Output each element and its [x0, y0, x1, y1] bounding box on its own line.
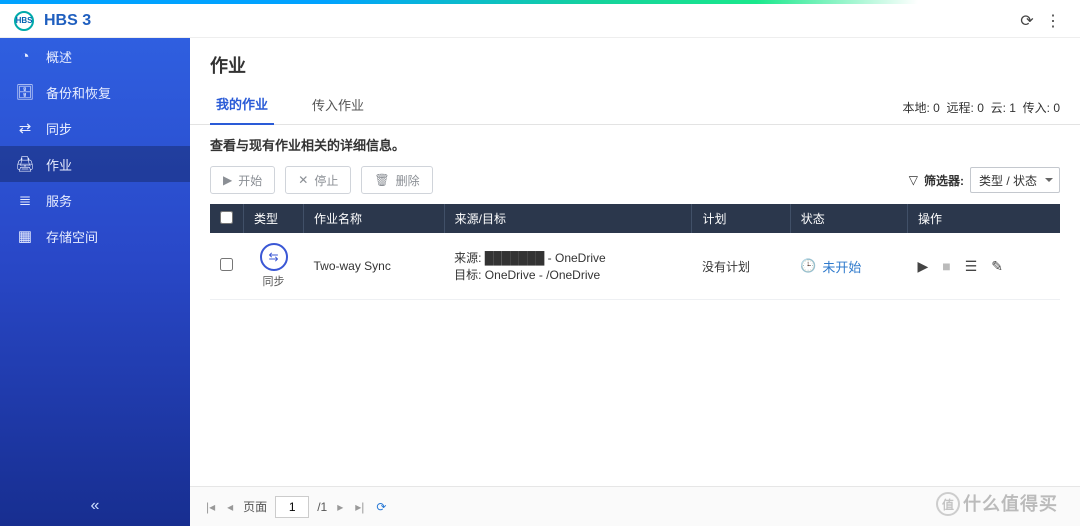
col-src: 来源/目标	[444, 204, 692, 233]
filter-select[interactable]: 类型 / 状态	[970, 167, 1060, 193]
trash-icon: 🗑	[374, 173, 389, 187]
sidebar-item-label: 备份和恢复	[46, 83, 111, 102]
col-type: 类型	[244, 204, 304, 233]
main-panel: 作业 我的作业 传入作业 本地: 0 远程: 0 云: 1 传入: 0 查看与现…	[190, 38, 1080, 526]
page-total: /1	[317, 500, 327, 514]
sidebar-item-label: 存储空间	[46, 227, 98, 246]
next-page-icon[interactable]: ▸	[335, 500, 345, 514]
prev-page-icon[interactable]: ◂	[225, 500, 235, 514]
sidebar-item-backup[interactable]: 🗄 备份和恢复	[0, 74, 190, 110]
sidebar: ◔ 概述 🗄 备份和恢复 ⇄ 同步 🖨 作业 ≣ 服务 ▦ 存储空间 «	[0, 38, 190, 526]
job-dest: 目标: OneDrive - /OneDrive	[454, 266, 682, 283]
tab-my-jobs[interactable]: 我的作业	[210, 86, 274, 125]
start-button[interactable]: ▶ 开始	[210, 166, 275, 194]
sidebar-item-label: 服务	[46, 191, 72, 210]
job-status: 🕒 未开始	[800, 257, 897, 276]
job-plan: 没有计划	[692, 233, 790, 300]
app-logo-icon: HBS	[14, 11, 34, 31]
sidebar-item-storage[interactable]: ▦ 存储空间	[0, 218, 190, 254]
edit-icon[interactable]: ✎	[991, 258, 1003, 275]
tab-incoming-jobs[interactable]: 传入作业	[306, 87, 370, 124]
last-page-icon[interactable]: ▸|	[353, 500, 366, 514]
sidebar-item-label: 概述	[46, 47, 72, 66]
run-icon[interactable]: ▶	[917, 258, 928, 275]
page-input[interactable]	[275, 496, 309, 518]
select-all-checkbox[interactable]	[220, 211, 233, 224]
backup-icon: 🗄	[16, 83, 34, 101]
row-actions: ▶ ■ ☰ ✎	[917, 258, 1050, 275]
first-page-icon[interactable]: |◂	[204, 500, 217, 514]
sync-type-icon: ⇆	[260, 243, 288, 271]
table-row[interactable]: ⇆ 同步 Two-way Sync 来源: ███████ - OneDrive…	[210, 233, 1060, 300]
tabs: 我的作业 传入作业 本地: 0 远程: 0 云: 1 传入: 0	[190, 86, 1080, 125]
dashboard-icon: ◔	[16, 48, 34, 65]
more-icon[interactable]: ⋮	[1040, 11, 1066, 31]
close-icon: ✕	[298, 173, 308, 187]
toolbar: ▶ 开始 ✕ 停止 🗑 删除 ▽ 筛选器: 类型 / 状态	[190, 160, 1080, 204]
page-label: 页面	[243, 498, 267, 515]
services-icon: ≣	[16, 191, 34, 209]
sidebar-item-label: 作业	[46, 155, 72, 174]
row-checkbox[interactable]	[220, 258, 233, 271]
page-description: 查看与现有作业相关的详细信息。	[190, 125, 1080, 160]
sidebar-item-label: 同步	[46, 119, 72, 138]
jobs-table: 类型 作业名称 来源/目标 计划 状态 操作 ⇆ 同步	[210, 204, 1060, 300]
filter-icon: ▽	[909, 173, 918, 187]
col-name: 作业名称	[304, 204, 445, 233]
storage-icon: ▦	[16, 227, 34, 245]
job-source: 来源: ███████ - OneDrive	[454, 249, 682, 266]
stop-icon[interactable]: ■	[942, 258, 950, 275]
col-ops: 操作	[907, 204, 1060, 233]
log-icon[interactable]: ☰	[965, 258, 978, 275]
title-bar: HBS HBS 3 ⟳ ⋮	[0, 4, 1080, 38]
sidebar-item-overview[interactable]: ◔ 概述	[0, 38, 190, 74]
page-title: 作业	[190, 38, 1080, 86]
sidebar-item-jobs[interactable]: 🖨 作业	[0, 146, 190, 182]
delete-button[interactable]: 🗑 删除	[361, 166, 432, 194]
watermark-badge: 值	[936, 492, 960, 516]
type-label: 同步	[254, 273, 294, 289]
filter-label: 筛选器:	[924, 172, 964, 189]
col-status: 状态	[790, 204, 907, 233]
jobs-icon: 🖨	[16, 155, 34, 173]
sidebar-item-services[interactable]: ≣ 服务	[0, 182, 190, 218]
col-plan: 计划	[692, 204, 790, 233]
sidebar-item-sync[interactable]: ⇄ 同步	[0, 110, 190, 146]
job-name: Two-way Sync	[304, 233, 445, 300]
sync-icon: ⇄	[16, 119, 34, 137]
sidebar-collapse-icon[interactable]: «	[0, 486, 190, 526]
app-title: HBS 3	[44, 12, 91, 30]
play-icon: ▶	[223, 173, 232, 187]
pager-refresh-icon[interactable]: ⟳	[374, 500, 388, 514]
refresh-icon[interactable]: ⟳	[1014, 11, 1040, 31]
job-counts: 本地: 0 远程: 0 云: 1 传入: 0	[902, 99, 1060, 124]
stop-button[interactable]: ✕ 停止	[285, 166, 351, 194]
watermark-text: 什么值得买	[963, 490, 1058, 516]
clock-icon: 🕒	[800, 258, 816, 274]
